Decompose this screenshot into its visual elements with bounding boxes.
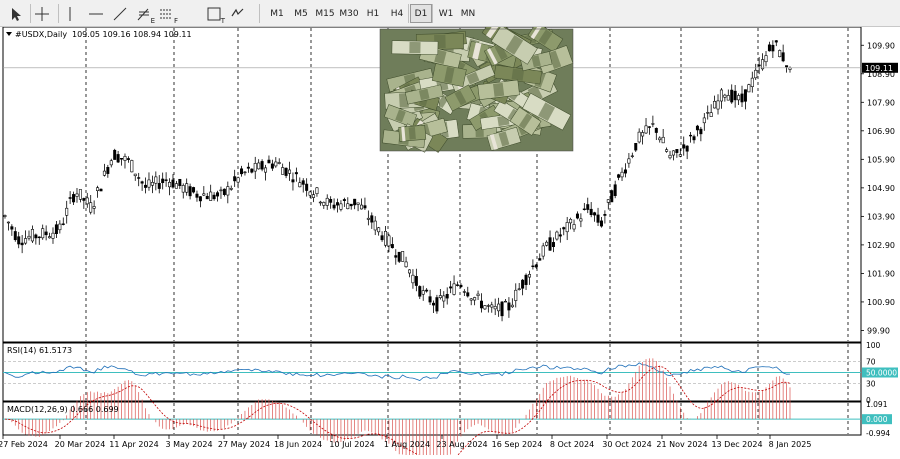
price-tick-label: 107.90 bbox=[867, 98, 895, 107]
candle bbox=[113, 148, 117, 160]
date-label: 10 Jul 2024 bbox=[329, 440, 374, 449]
toolbar-separator bbox=[58, 4, 59, 23]
date-label: 21 Nov 2024 bbox=[656, 440, 707, 449]
date-label: 27 Feb 2024 bbox=[0, 440, 48, 449]
candle bbox=[435, 294, 439, 314]
candle bbox=[130, 159, 134, 173]
date-label: 20 Mar 2024 bbox=[55, 440, 106, 449]
price-tick-label: 104.90 bbox=[867, 184, 895, 193]
candle bbox=[401, 251, 405, 262]
tool-sublabel: F bbox=[173, 17, 178, 25]
timeframe-d1[interactable]: D1 bbox=[410, 4, 432, 23]
chart-area[interactable]: 100 70 50.0000 30 0 1.091 0.000 -0.994 109.90 1… bbox=[0, 17, 900, 459]
timeframe-m1[interactable]: M1 bbox=[266, 4, 288, 23]
fibonacci-icon[interactable]: E bbox=[136, 4, 155, 25]
price-tick-label: 109.90 bbox=[867, 41, 895, 50]
date-label: 8 Jan 2025 bbox=[769, 440, 812, 449]
timeframe-h4[interactable]: H4 bbox=[386, 4, 408, 23]
candle bbox=[610, 189, 614, 203]
date-axis: 27 Feb 2024 20 Mar 2024 11 Apr 2024 3 May 2… bbox=[0, 435, 811, 449]
date-label: 16 Sep 2024 bbox=[492, 440, 543, 449]
toolbar-separator bbox=[408, 4, 409, 23]
current-price-label: 109.11 bbox=[865, 64, 893, 73]
timeframe-m30[interactable]: M30 bbox=[338, 4, 360, 23]
timeframe-m15[interactable]: M15 bbox=[314, 4, 336, 23]
price-tick-label: 106.90 bbox=[867, 127, 895, 136]
price-tick-label: 101.90 bbox=[867, 269, 895, 278]
chart-svg: 1007050.0000300 1.0910.000-0.994 109.901… bbox=[0, 17, 898, 459]
candle bbox=[555, 230, 559, 241]
macd-tick-label: 1.091 bbox=[866, 400, 888, 409]
rsi-label: RSI(14) 61.5173 bbox=[7, 346, 72, 355]
toolbar-separator bbox=[259, 4, 260, 23]
banknote bbox=[398, 124, 427, 142]
text-icon[interactable]: T bbox=[206, 4, 225, 25]
macd-label: MACD(12,26,9) 0.666 0.699 bbox=[7, 405, 119, 414]
rsi-tick-label: 50.0000 bbox=[866, 369, 897, 378]
date-label: 8 Oct 2024 bbox=[550, 440, 594, 449]
rsi-tick-label: 30 bbox=[866, 380, 876, 389]
cursor-icon[interactable] bbox=[8, 4, 24, 23]
price-tick-label: 100.90 bbox=[867, 298, 895, 307]
price-tick-label: 99.90 bbox=[867, 326, 890, 335]
date-label: 30 Oct 2024 bbox=[602, 440, 651, 449]
vertical-line-icon[interactable] bbox=[62, 4, 78, 23]
price-tick-label: 105.90 bbox=[867, 155, 895, 164]
timeframe-m5[interactable]: M5 bbox=[290, 4, 312, 23]
timeframe-w1[interactable]: W1 bbox=[435, 4, 457, 23]
date-label: 27 May 2024 bbox=[218, 440, 270, 449]
timeframe-mn[interactable]: MN bbox=[457, 4, 479, 23]
price-axis: 109.90108.90107.90106.90105.90104.90103.… bbox=[861, 41, 898, 335]
money-image bbox=[379, 17, 574, 153]
chart-ohlc: 109.05 109.16 108.94 109.11 bbox=[72, 30, 192, 39]
trendline-icon[interactable] bbox=[112, 4, 128, 23]
tool-sublabel: E bbox=[150, 17, 155, 25]
crosshair-icon[interactable] bbox=[34, 4, 50, 23]
date-label: 11 Apr 2024 bbox=[109, 440, 158, 449]
candle bbox=[397, 251, 401, 263]
candle bbox=[778, 49, 782, 58]
timeframe-h1[interactable]: H1 bbox=[362, 4, 384, 23]
rsi-tick-label: 100 bbox=[866, 341, 881, 350]
macd-tick-label: -0.994 bbox=[866, 429, 890, 438]
shapes-icon[interactable] bbox=[230, 4, 246, 23]
date-label: 18 Jun 2024 bbox=[274, 440, 322, 449]
tool-sublabel: T bbox=[220, 17, 225, 25]
horizontal-line-icon[interactable] bbox=[88, 4, 104, 23]
macd-tick-label: 0.000 bbox=[866, 415, 888, 424]
candle bbox=[747, 83, 751, 93]
date-label: 3 May 2024 bbox=[165, 440, 212, 449]
price-tick-label: 102.90 bbox=[867, 241, 895, 250]
date-label: 13 Dec 2024 bbox=[711, 440, 762, 449]
rsi-tick-label: 70 bbox=[866, 358, 876, 367]
chart-symbol: #USDX,Daily bbox=[15, 30, 67, 39]
date-label: 1 Aug 2024 bbox=[384, 440, 430, 449]
date-label: 23 Aug 2024 bbox=[436, 440, 487, 449]
candle bbox=[99, 188, 103, 192]
channel-icon[interactable]: F bbox=[159, 4, 178, 25]
toolbar: E F T M1 M5 M15 M30 H1 H4 D1 W1 MN bbox=[0, 0, 900, 27]
banknote bbox=[391, 40, 439, 55]
toolbar-separator bbox=[432, 4, 433, 23]
toolbar-separator bbox=[30, 4, 31, 23]
price-tick-label: 103.90 bbox=[867, 212, 895, 221]
